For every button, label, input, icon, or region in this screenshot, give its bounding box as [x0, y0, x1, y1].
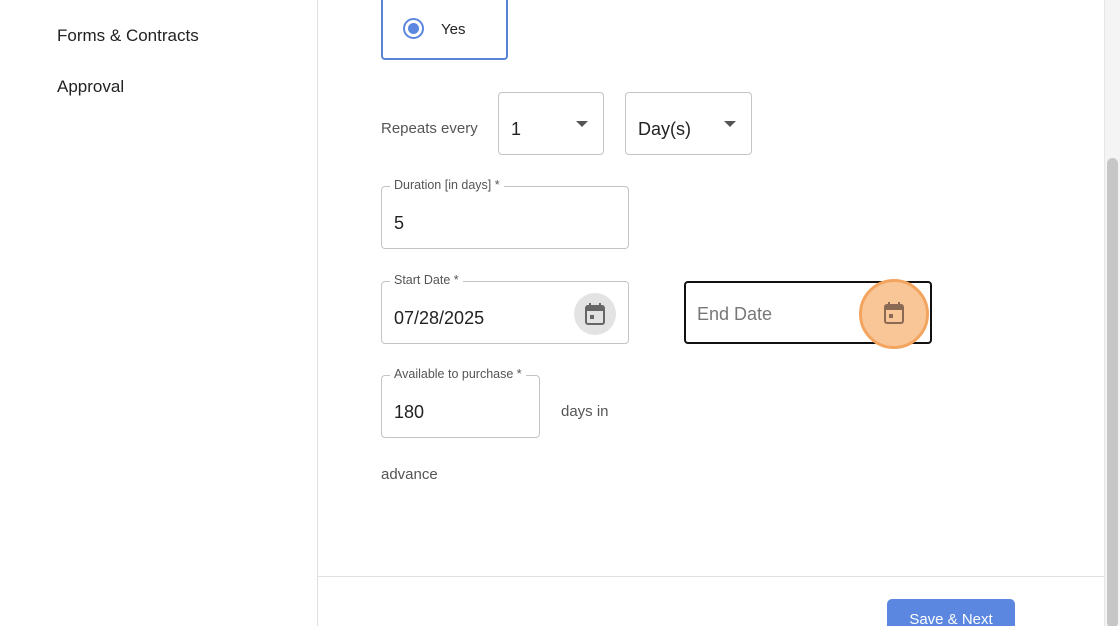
- yes-radio[interactable]: [403, 18, 424, 39]
- sidebar-item-approval[interactable]: Approval: [57, 77, 124, 97]
- start-date-value: 07/28/2025: [394, 308, 485, 328]
- start-date-label: Start Date *: [390, 273, 463, 287]
- yes-option-card[interactable]: Yes: [381, 0, 508, 60]
- repeats-every-label: Repeats every: [381, 120, 478, 137]
- repeat-unit-select[interactable]: Day(s): [625, 92, 752, 155]
- scrollbar-thumb[interactable]: [1107, 158, 1118, 626]
- duration-label: Duration [in days] *: [390, 178, 504, 192]
- calendar-icon: [585, 303, 605, 325]
- repeat-count-select[interactable]: 1: [498, 92, 604, 155]
- end-date-placeholder: End Date: [697, 304, 773, 324]
- repeat-count-value: 1: [511, 119, 522, 139]
- save-next-button[interactable]: Save & Next: [887, 599, 1015, 626]
- days-in-text: days in: [561, 403, 609, 420]
- end-date-field[interactable]: End Date: [684, 279, 932, 349]
- yes-option-label: Yes: [441, 21, 466, 38]
- available-value: 180: [394, 402, 425, 422]
- sidebar: Forms & Contracts Approval: [0, 0, 317, 626]
- main-content: Yes Repeats every 1 Day(s) Duration [in …: [318, 0, 1104, 626]
- sidebar-item-forms-contracts[interactable]: Forms & Contracts: [57, 26, 199, 46]
- duration-value: 5: [394, 213, 405, 233]
- end-date-calendar-button[interactable]: [859, 279, 929, 349]
- page: Forms & Contracts Approval Yes Repeats e…: [0, 0, 1120, 626]
- advance-text: advance: [381, 466, 438, 483]
- available-label: Available to purchase *: [390, 367, 526, 381]
- start-date-field[interactable]: Start Date * 07/28/2025: [381, 273, 629, 344]
- yes-radio-dot: [408, 23, 419, 34]
- duration-field[interactable]: Duration [in days] * 5: [381, 178, 629, 249]
- chevron-down-icon: [724, 121, 736, 127]
- chevron-down-icon: [576, 121, 588, 127]
- footer-divider: [318, 576, 1104, 577]
- start-date-calendar-button[interactable]: [574, 293, 616, 335]
- repeat-unit-value: Day(s): [638, 119, 691, 139]
- scrollbar[interactable]: [1104, 0, 1120, 626]
- calendar-icon: [884, 302, 904, 324]
- available-to-purchase-field[interactable]: Available to purchase * 180: [381, 367, 540, 438]
